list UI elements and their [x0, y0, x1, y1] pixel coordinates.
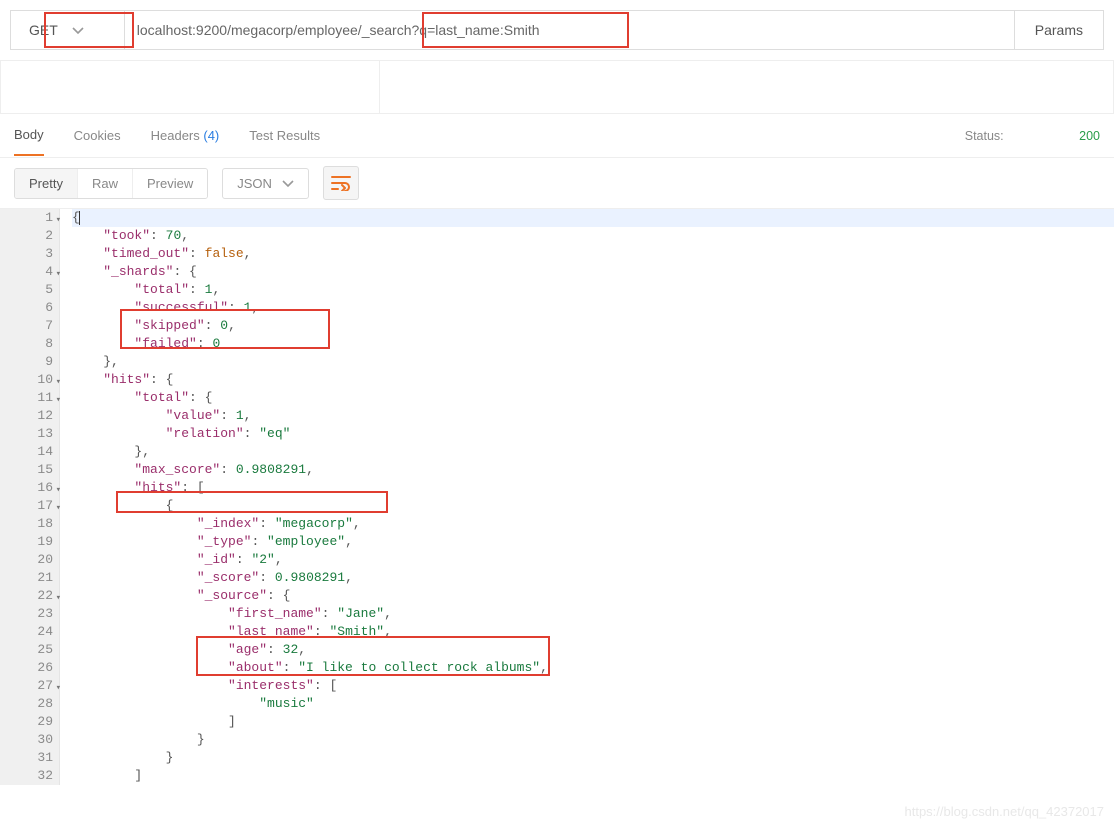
line-number: 5	[0, 281, 59, 299]
line-number: 31	[0, 749, 59, 767]
line-number: 20	[0, 551, 59, 569]
line-number: 7	[0, 317, 59, 335]
code-line[interactable]: "about": "I like to collect rock albums"…	[72, 659, 1114, 677]
response-body-editor[interactable]: 1▾234▾5678910▾11▾1213141516▾17▾181920212…	[0, 208, 1114, 785]
code-line[interactable]: "skipped": 0,	[72, 317, 1114, 335]
code-line[interactable]: "hits": {	[72, 371, 1114, 389]
code-line[interactable]: "timed_out": false,	[72, 245, 1114, 263]
line-number: 17▾	[0, 497, 59, 515]
code-line[interactable]: "interests": [	[72, 677, 1114, 695]
code-line[interactable]: "music"	[72, 695, 1114, 713]
line-number: 27▾	[0, 677, 59, 695]
chevron-down-icon	[72, 22, 84, 38]
view-mode-group: Pretty Raw Preview	[14, 168, 208, 199]
line-number: 2	[0, 227, 59, 245]
code-line[interactable]: "_shards": {	[72, 263, 1114, 281]
watermark: https://blog.csdn.net/qq_42372017	[905, 804, 1105, 819]
line-number: 26	[0, 659, 59, 677]
line-wrap-icon	[331, 175, 351, 191]
line-number: 24	[0, 623, 59, 641]
line-number: 22▾	[0, 587, 59, 605]
line-number: 23	[0, 605, 59, 623]
line-number: 6	[0, 299, 59, 317]
code-line[interactable]: "_id": "2",	[72, 551, 1114, 569]
line-number: 4▾	[0, 263, 59, 281]
params-button[interactable]: Params	[1015, 10, 1104, 50]
code-line[interactable]: "_index": "megacorp",	[72, 515, 1114, 533]
line-number: 25	[0, 641, 59, 659]
code-line[interactable]: },	[72, 443, 1114, 461]
request-bar: GET Params	[0, 0, 1114, 60]
line-number: 19	[0, 533, 59, 551]
tab-test-results[interactable]: Test Results	[249, 116, 320, 155]
request-url-input[interactable]	[137, 22, 1002, 38]
response-status: Status: 200	[965, 129, 1100, 143]
code-line[interactable]: "value": 1,	[72, 407, 1114, 425]
code-line[interactable]: "first_name": "Jane",	[72, 605, 1114, 623]
view-mode-pretty[interactable]: Pretty	[15, 169, 78, 198]
line-number: 3	[0, 245, 59, 263]
code-line[interactable]: },	[72, 353, 1114, 371]
line-number: 29	[0, 713, 59, 731]
view-mode-raw[interactable]: Raw	[78, 169, 133, 198]
code-line[interactable]: "total": 1,	[72, 281, 1114, 299]
line-wrap-toggle[interactable]	[323, 166, 359, 200]
line-number: 1▾	[0, 209, 59, 227]
code-line[interactable]: }	[72, 749, 1114, 767]
code-line[interactable]: "failed": 0	[72, 335, 1114, 353]
code-line[interactable]: "hits": [	[72, 479, 1114, 497]
code-line[interactable]: ]	[72, 713, 1114, 731]
code-line[interactable]: {	[72, 497, 1114, 515]
code-line[interactable]: ]	[72, 767, 1114, 785]
line-number: 9	[0, 353, 59, 371]
tab-cookies[interactable]: Cookies	[74, 116, 121, 155]
code-line[interactable]: {	[72, 209, 1114, 227]
code-line[interactable]: "took": 70,	[72, 227, 1114, 245]
line-number: 28	[0, 695, 59, 713]
line-number: 14	[0, 443, 59, 461]
tab-body[interactable]: Body	[14, 115, 44, 156]
http-method-select[interactable]: GET	[10, 10, 125, 50]
line-number: 18	[0, 515, 59, 533]
request-subtabs-placeholder	[0, 60, 1114, 114]
code-line[interactable]: "last_name": "Smith",	[72, 623, 1114, 641]
format-select[interactable]: JSON	[222, 168, 309, 199]
line-number: 30	[0, 731, 59, 749]
tab-headers[interactable]: Headers (4)	[151, 116, 220, 155]
code-content[interactable]: { "took": 70, "timed_out": false, "_shar…	[60, 209, 1114, 785]
code-line[interactable]: "age": 32,	[72, 641, 1114, 659]
code-line[interactable]: "max_score": 0.9808291,	[72, 461, 1114, 479]
code-line[interactable]: }	[72, 731, 1114, 749]
request-url-field[interactable]	[125, 10, 1015, 50]
line-number: 32	[0, 767, 59, 785]
code-line[interactable]: "successful": 1,	[72, 299, 1114, 317]
line-number: 11▾	[0, 389, 59, 407]
code-line[interactable]: "_source": {	[72, 587, 1114, 605]
line-number: 12	[0, 407, 59, 425]
view-mode-preview[interactable]: Preview	[133, 169, 207, 198]
viewer-controls: Pretty Raw Preview JSON	[0, 158, 1114, 208]
response-tabs-row: Body Cookies Headers (4) Test Results St…	[0, 114, 1114, 158]
line-number: 15	[0, 461, 59, 479]
format-value: JSON	[237, 176, 272, 191]
params-label: Params	[1035, 22, 1083, 38]
line-number: 8	[0, 335, 59, 353]
line-number: 10▾	[0, 371, 59, 389]
code-line[interactable]: "relation": "eq"	[72, 425, 1114, 443]
line-number-gutter: 1▾234▾5678910▾11▾1213141516▾17▾181920212…	[0, 209, 60, 785]
line-number: 21	[0, 569, 59, 587]
chevron-down-icon	[282, 176, 294, 191]
line-number: 13	[0, 425, 59, 443]
code-line[interactable]: "_type": "employee",	[72, 533, 1114, 551]
line-number: 16▾	[0, 479, 59, 497]
http-method-value: GET	[29, 22, 58, 38]
code-line[interactable]: "total": {	[72, 389, 1114, 407]
code-line[interactable]: "_score": 0.9808291,	[72, 569, 1114, 587]
